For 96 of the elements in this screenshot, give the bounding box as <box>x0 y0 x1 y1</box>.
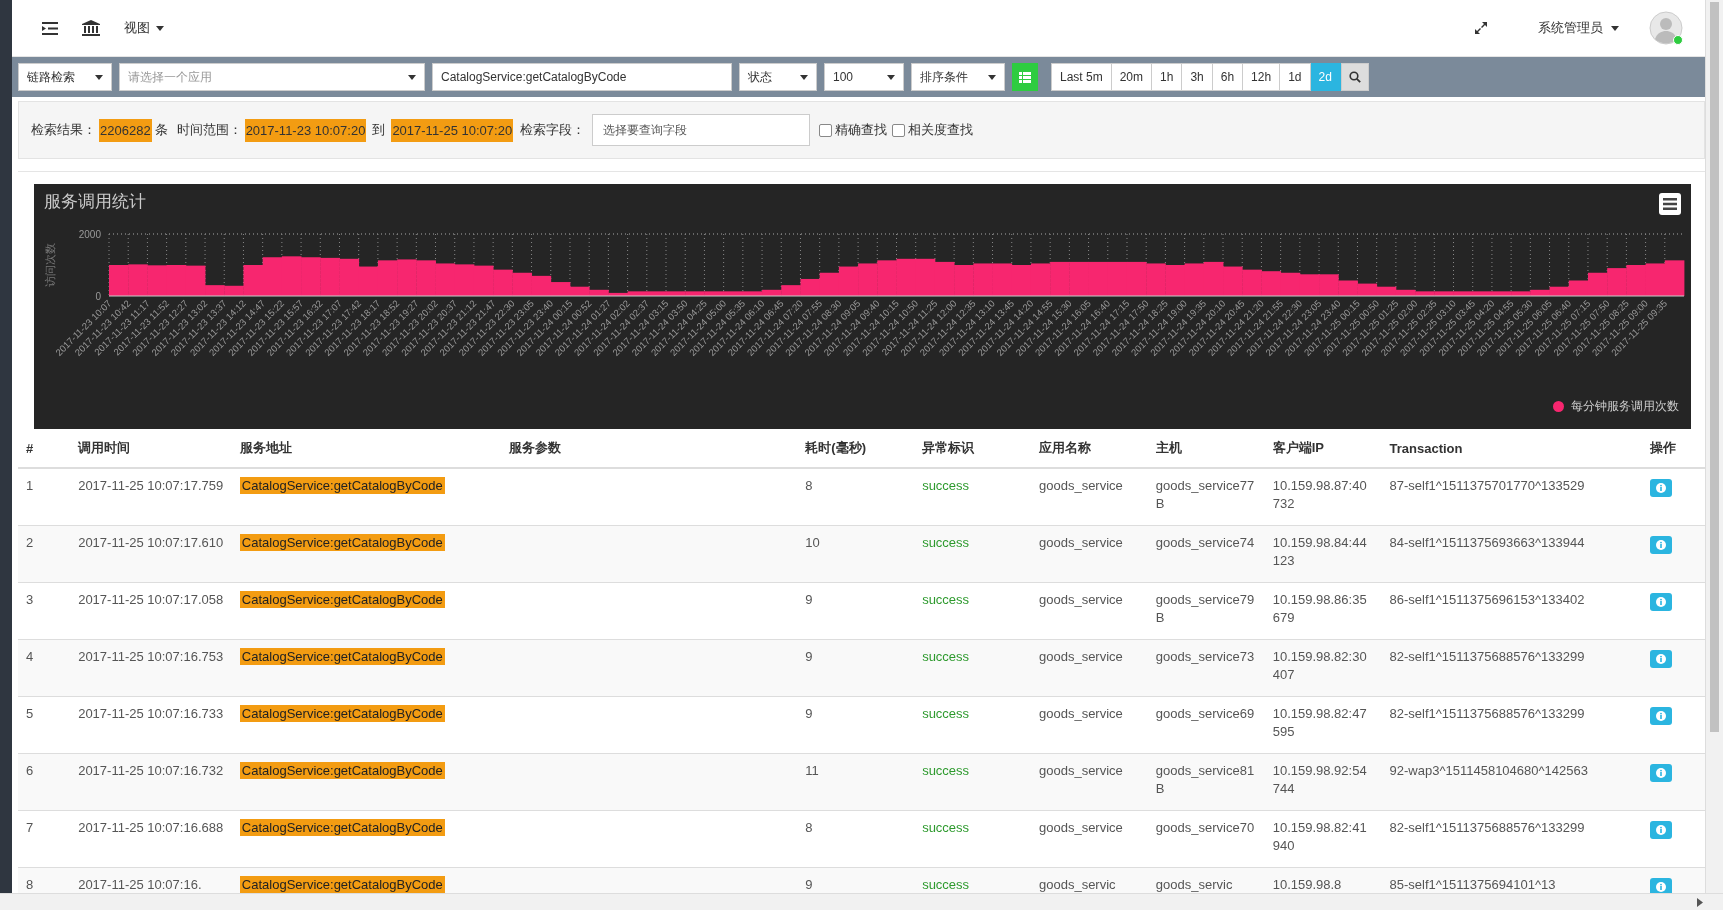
column-header: 操作 <box>1650 440 1677 455</box>
column-header: 异常标识 <box>922 440 975 455</box>
table-cell: goods_servic <box>1155 877 1233 892</box>
table-cell: goods_servic <box>1039 877 1116 892</box>
table-cell: 9 <box>805 592 813 607</box>
column-header: 客户端IP <box>1272 440 1324 455</box>
table-cell: goods_service <box>1039 706 1123 721</box>
table-cell: 10.159.98.82:41940 <box>1272 820 1367 853</box>
result-unit: 条 <box>154 121 168 139</box>
table-cell: 92-wap3^1511458104680^142563 <box>1389 763 1588 778</box>
table-cell: 1 <box>26 478 34 493</box>
table-cell: 9 <box>805 877 813 892</box>
chart-title: 服务调用统计 <box>44 191 146 213</box>
service-tag: CatalogService:getCatalogByCode <box>239 648 445 665</box>
status-text: success <box>922 820 970 835</box>
table-cell: goods_service <box>1039 535 1123 550</box>
service-tag: CatalogService:getCatalogByCode <box>239 762 445 779</box>
range-start: 2017-11-23 10:07:20 <box>244 118 367 142</box>
table-cell: goods_service74 <box>1155 535 1255 550</box>
table-cell: 4 <box>26 649 34 664</box>
axis-title: 访问次数 <box>44 243 56 287</box>
table-cell: 9 <box>805 649 813 664</box>
table-cell: 10.159.98.82:47595 <box>1272 706 1367 739</box>
field-label: 检索字段： <box>520 121 586 139</box>
table-cell: 10.159.98.8 <box>1272 877 1342 892</box>
table-cell: goods_service <box>1039 592 1123 607</box>
table-cell: 82-self1^1511375688576^133299 <box>1389 649 1585 664</box>
table-cell: goods_service <box>1039 763 1123 778</box>
range-separator: 到 <box>372 121 386 139</box>
table-cell: 10.159.98.87:40732 <box>1272 478 1367 511</box>
service-tag: CatalogService:getCatalogByCode <box>239 876 445 893</box>
table-cell: goods_service79B <box>1155 592 1255 625</box>
axis-label: 2000 <box>78 229 101 240</box>
table-cell: 8 <box>805 820 813 835</box>
table-cell: 2017-11-25 10:07:16.733 <box>78 706 224 721</box>
service-tag: CatalogService:getCatalogByCode <box>239 477 445 494</box>
status-text: success <box>922 535 970 550</box>
table-cell: goods_service <box>1039 478 1123 493</box>
table-cell: goods_service73 <box>1155 649 1255 664</box>
table-cell: 2 <box>26 535 34 550</box>
result-label: 检索结果： <box>31 121 96 139</box>
service-tag: CatalogService:getCatalogByCode <box>239 819 445 836</box>
table-cell: 2017-11-25 10:07:17.759 <box>78 478 224 493</box>
table-cell: 8 <box>805 478 813 493</box>
table-cell: 87-self1^1511375701770^133529 <box>1389 478 1585 493</box>
column-header: 服务参数 <box>509 440 561 455</box>
table-cell: 10.159.98.86:35679 <box>1272 592 1367 625</box>
table-cell: 86-self1^1511375696153^133402 <box>1389 592 1585 607</box>
status-text: success <box>922 592 970 607</box>
table-cell: 3 <box>26 592 34 607</box>
column-header: 服务地址 <box>239 440 292 455</box>
service-tag: CatalogService:getCatalogByCode <box>239 534 445 551</box>
table-cell: 2017-11-25 10:07:16.732 <box>78 763 224 778</box>
column-header: Transaction <box>1389 440 1463 456</box>
status-text: success <box>922 649 970 664</box>
column-header: 调用时间 <box>78 440 131 455</box>
table-cell: 6 <box>26 763 34 778</box>
status-text: success <box>922 706 970 721</box>
table-cell: 5 <box>26 706 34 721</box>
service-tag: CatalogService:getCatalogByCode <box>239 705 445 722</box>
table-cell: 11 <box>805 763 819 778</box>
table-cell: goods_service <box>1039 649 1123 664</box>
service-tag: CatalogService:getCatalogByCode <box>239 591 445 608</box>
column-header: 应用名称 <box>1039 440 1091 455</box>
table-cell: 2017-11-25 10:07:16.688 <box>78 820 224 835</box>
table-cell: 7 <box>26 820 34 835</box>
table-cell: goods_service81B <box>1155 763 1255 796</box>
axis-label: 0 <box>95 291 101 302</box>
table-cell: 9 <box>805 706 813 721</box>
result-count: 2206282 <box>99 118 152 142</box>
table-cell: 10.159.98.82:30407 <box>1272 649 1367 682</box>
status-text: success <box>922 877 970 892</box>
table-cell: 2017-11-25 10:07:17.058 <box>78 592 224 607</box>
table-cell: goods_service69 <box>1155 706 1255 721</box>
status-text: success <box>922 478 970 493</box>
table-cell: 10 <box>805 535 820 550</box>
table-cell: goods_service77B <box>1155 478 1255 511</box>
table-cell: 2017-11-25 10:07:16. <box>78 877 202 892</box>
table-cell: 2017-11-25 10:07:17.610 <box>78 535 224 550</box>
table-cell: goods_service <box>1039 820 1123 835</box>
column-header: 主机 <box>1155 440 1182 455</box>
status-text: success <box>922 763 970 778</box>
table-cell: 8 <box>26 877 34 892</box>
table-cell: 10.159.98.84:44123 <box>1272 535 1367 568</box>
range-end: 2017-11-25 10:07:20 <box>391 118 514 142</box>
table-cell: 85-self1^1511375694101^13 <box>1389 877 1556 892</box>
range-label: 时间范围： <box>176 121 242 139</box>
table-cell: 2017-11-25 10:07:16.753 <box>78 649 224 664</box>
table-cell: 82-self1^1511375688576^133299 <box>1389 706 1585 721</box>
column-header: # <box>26 440 34 456</box>
table-cell: 84-self1^1511375693663^133944 <box>1389 535 1585 550</box>
table-cell: goods_service70 <box>1155 820 1255 835</box>
table-cell: 82-self1^1511375688576^133299 <box>1389 820 1585 835</box>
column-header: 耗时(毫秒) <box>805 440 866 455</box>
legend-label: 每分钟服务调用次数 <box>1571 398 1679 415</box>
table-cell: 10.159.98.92:54744 <box>1272 763 1367 796</box>
